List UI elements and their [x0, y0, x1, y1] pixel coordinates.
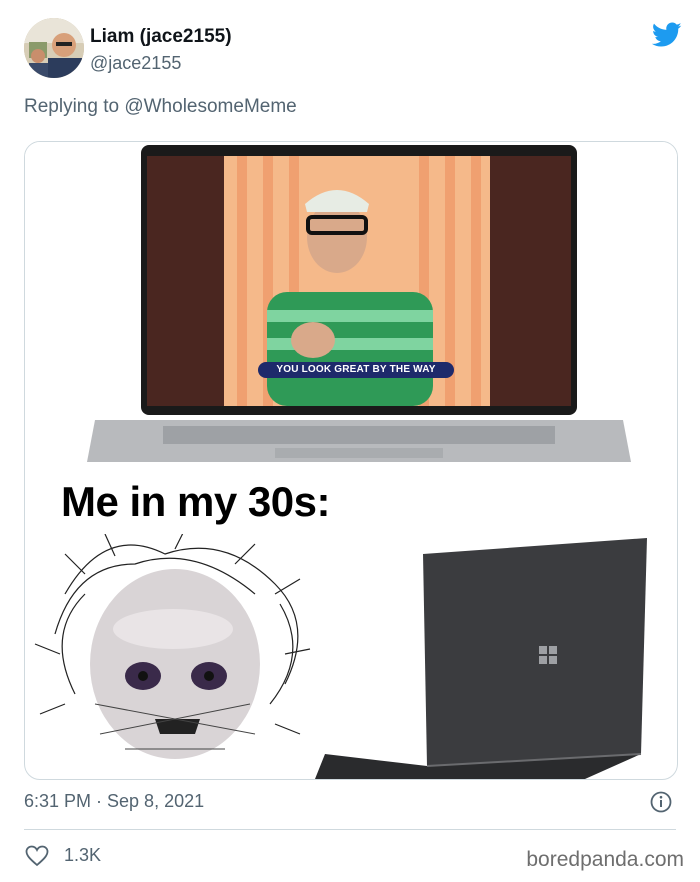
meme-text: Me in my 30s:	[61, 478, 330, 525]
display-name[interactable]: Liam (jace2155)	[90, 26, 232, 48]
twitter-bird-icon[interactable]	[652, 22, 682, 48]
replying-to: Replying to @WholesomeMeme	[24, 96, 297, 117]
tweet-media[interactable]: YOU LOOK GREAT BY THE WAY Me in my 30s:	[24, 141, 678, 780]
heart-icon[interactable]	[24, 845, 50, 867]
watermark: boredpanda.com	[526, 848, 684, 871]
meme-top-image	[25, 142, 677, 472]
tweet-timestamp[interactable]: 6:31 PM · Sep 8, 2021	[24, 791, 204, 812]
info-icon[interactable]	[650, 791, 672, 813]
tweet-header: Liam (jace2155) @jace2155	[24, 16, 684, 82]
video-caption: YOU LOOK GREAT BY THE WAY	[258, 362, 454, 378]
like-count: 1.3K	[64, 845, 102, 865]
avatar[interactable]	[24, 18, 84, 78]
meme-bottom-image	[34, 534, 647, 779]
user-handle[interactable]: @jace2155	[90, 53, 181, 74]
divider	[24, 829, 676, 830]
